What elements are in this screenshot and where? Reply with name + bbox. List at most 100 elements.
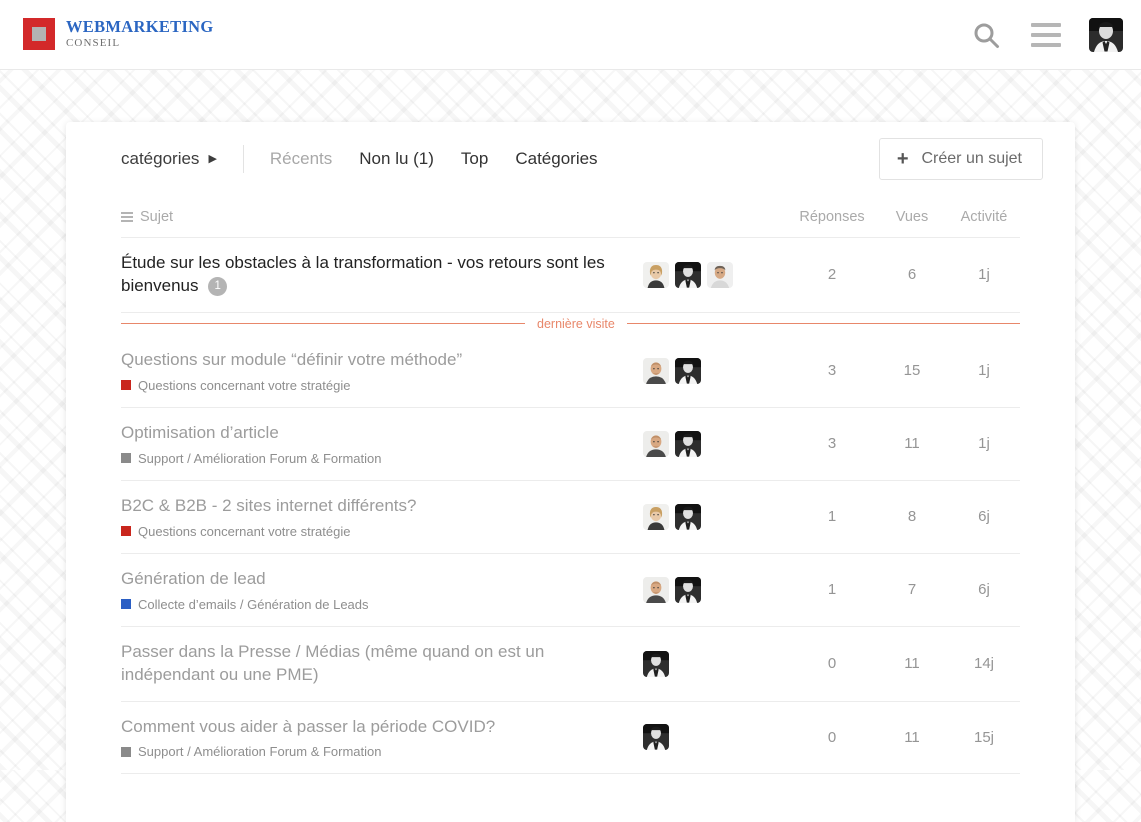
topic-subject-cell: B2C & B2B - 2 sites internet différents?… xyxy=(121,495,643,539)
chevron-right-icon: ▶ xyxy=(208,152,217,165)
column-header-replies[interactable]: Réponses xyxy=(788,209,876,225)
header-actions xyxy=(969,0,1123,70)
topic-category-link[interactable]: Questions concernant votre stratégie xyxy=(121,378,627,393)
topic-subject-cell: Optimisation d’article Support / Améliora… xyxy=(121,422,643,466)
topic-views-count: 8 xyxy=(907,508,917,526)
topic-category-label: Support / Amélioration Forum & Formation xyxy=(138,450,382,466)
last-visit-label: dernière visite xyxy=(537,316,615,331)
topic-category-link[interactable]: Support / Amélioration Forum & Formation xyxy=(121,744,627,759)
tab-recents[interactable]: Récents xyxy=(270,149,332,169)
category-color-swatch xyxy=(121,746,131,757)
poster-avatar[interactable] xyxy=(643,724,669,751)
poster-avatar[interactable] xyxy=(643,357,669,384)
logo-mark-inner-square xyxy=(32,27,46,41)
table-row[interactable]: Passer dans la Presse / Médias (même qua… xyxy=(121,627,1020,702)
hamburger-menu-icon[interactable] xyxy=(1031,23,1061,47)
topic-posters-cell xyxy=(643,650,788,677)
poster-avatar[interactable] xyxy=(643,576,669,603)
hamburger-bar xyxy=(1031,23,1061,27)
topic-category-link[interactable]: Support / Amélioration Forum & Formation xyxy=(121,451,627,466)
topic-title-link[interactable]: Questions sur module “définir votre méth… xyxy=(121,349,627,372)
unread-count-badge[interactable]: 1 xyxy=(208,277,228,297)
topic-title-link[interactable]: Étude sur les obstacles à la transformat… xyxy=(121,252,627,298)
site-header: WEBMARKETING CONSEIL xyxy=(0,0,1141,70)
poster-avatar[interactable] xyxy=(675,576,701,603)
logo-text: WEBMARKETING CONSEIL xyxy=(66,19,214,49)
poster-avatar[interactable] xyxy=(643,503,669,530)
tab-top[interactable]: Top xyxy=(461,149,488,169)
plus-icon: + xyxy=(896,148,909,170)
hamburger-bar xyxy=(1031,33,1061,37)
topic-replies-count: 2 xyxy=(827,266,837,284)
table-header-row: Sujet Réponses Vues Activité xyxy=(121,196,1020,238)
topic-category-label: Support / Amélioration Forum & Formation xyxy=(138,744,382,760)
topic-replies-count: 1 xyxy=(827,508,837,526)
table-row[interactable]: Génération de lead Collecte d’emails / Gé… xyxy=(121,554,1020,627)
topic-subject-cell: Génération de lead Collecte d’emails / Gé… xyxy=(121,568,643,612)
topic-subject-cell: Comment vous aider à passer la période C… xyxy=(121,716,643,759)
category-color-swatch xyxy=(121,599,131,610)
topic-activity-time: 1j xyxy=(978,266,990,284)
topic-activity-time: 1j xyxy=(978,362,990,380)
topic-title-link[interactable]: Génération de lead xyxy=(121,568,627,591)
tab-categories[interactable]: Catégories xyxy=(515,149,597,169)
column-header-activity[interactable]: Activité xyxy=(948,209,1020,225)
column-header-subject-label: Sujet xyxy=(140,208,174,225)
poster-avatar[interactable] xyxy=(643,430,669,457)
poster-avatar[interactable] xyxy=(707,261,733,288)
topic-posters-cell xyxy=(643,430,788,457)
topic-title-link[interactable]: B2C & B2B - 2 sites internet différents? xyxy=(121,495,627,518)
logo-mark-icon xyxy=(23,18,55,50)
topic-views-count: 6 xyxy=(907,266,917,284)
topic-activity-time: 14j xyxy=(973,655,995,673)
table-row[interactable]: Étude sur les obstacles à la transformat… xyxy=(121,238,1020,313)
create-topic-button[interactable]: + Créer un sujet xyxy=(878,138,1043,180)
topic-activity-time: 15j xyxy=(973,728,995,746)
logo-subtitle: CONSEIL xyxy=(66,36,121,49)
poster-avatar[interactable] xyxy=(675,357,701,384)
table-row[interactable]: Questions sur module “définir votre méth… xyxy=(121,335,1020,408)
topic-subject-cell: Étude sur les obstacles à la transformat… xyxy=(121,252,643,298)
topic-activity-time: 6j xyxy=(978,508,990,526)
topic-title-link[interactable]: Optimisation d’article xyxy=(121,422,627,445)
topic-subject-cell: Questions sur module “définir votre méth… xyxy=(121,349,643,393)
site-logo[interactable]: WEBMARKETING CONSEIL xyxy=(23,18,214,50)
topic-posters-cell xyxy=(643,357,788,384)
topic-replies-count: 3 xyxy=(827,435,837,453)
category-color-swatch xyxy=(121,453,131,464)
topic-category-link[interactable]: Questions concernant votre stratégie xyxy=(121,524,627,539)
categories-dropdown[interactable]: catégories ▶ xyxy=(121,149,243,169)
poster-avatar[interactable] xyxy=(675,430,701,457)
last-visit-line-right xyxy=(626,323,1020,325)
poster-avatar[interactable] xyxy=(643,650,669,677)
nav-divider xyxy=(242,145,244,173)
column-header-subject[interactable]: Sujet xyxy=(121,209,788,225)
poster-avatar[interactable] xyxy=(675,503,701,530)
topic-replies-count: 0 xyxy=(827,655,837,673)
table-row[interactable]: Optimisation d’article Support / Améliora… xyxy=(121,408,1020,481)
topic-nav-bar: catégories ▶ Récents Non lu (1) Top Caté… xyxy=(66,122,1075,196)
avatar[interactable] xyxy=(1089,18,1123,52)
topic-views-count: 11 xyxy=(904,655,920,673)
last-visit-line-left xyxy=(121,323,525,325)
topic-replies-count: 3 xyxy=(827,362,837,380)
topic-replies-count: 1 xyxy=(827,581,837,599)
tab-unread[interactable]: Non lu (1) xyxy=(359,149,434,169)
table-row[interactable]: B2C & B2B - 2 sites internet différents?… xyxy=(121,481,1020,554)
topic-views-count: 15 xyxy=(903,362,921,380)
search-icon[interactable] xyxy=(969,18,1003,52)
category-color-swatch xyxy=(121,380,131,391)
poster-avatar[interactable] xyxy=(675,261,701,288)
last-visit-divider: dernière visite xyxy=(121,313,1020,335)
topic-category-label: Collecte d’emails / Génération de Leads xyxy=(138,596,369,612)
poster-avatar[interactable] xyxy=(643,261,669,288)
topic-category-label: Questions concernant votre stratégie xyxy=(138,523,351,539)
topic-title-link[interactable]: Comment vous aider à passer la période C… xyxy=(121,716,627,739)
topic-list-card: catégories ▶ Récents Non lu (1) Top Caté… xyxy=(66,122,1075,822)
column-header-views[interactable]: Vues xyxy=(876,209,948,225)
topic-title-link[interactable]: Passer dans la Presse / Médias (même qua… xyxy=(121,641,627,687)
table-body: Étude sur les obstacles à la transformat… xyxy=(121,238,1020,775)
table-row[interactable]: Comment vous aider à passer la période C… xyxy=(121,702,1020,775)
topic-views-count: 7 xyxy=(907,581,917,599)
topic-category-link[interactable]: Collecte d’emails / Génération de Leads xyxy=(121,597,627,612)
